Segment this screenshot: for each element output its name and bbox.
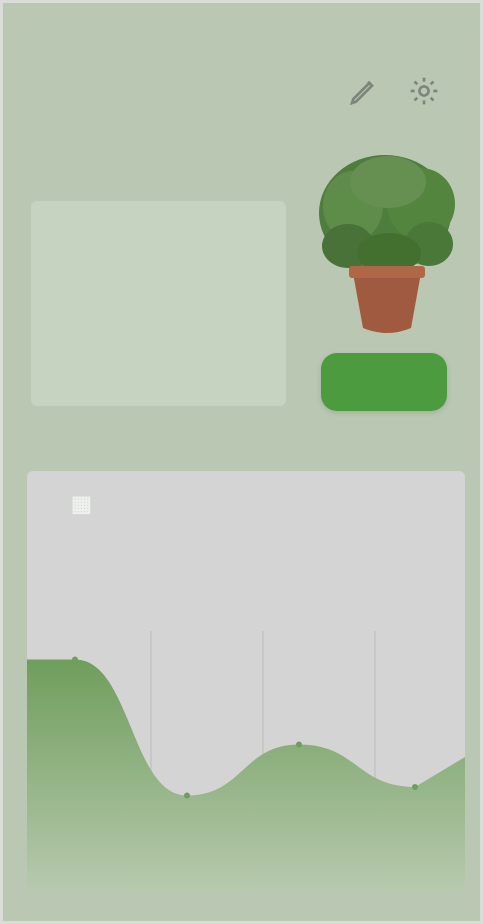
- data-point: [296, 741, 302, 748]
- header: [35, 65, 465, 117]
- card-header: ▦: [57, 491, 92, 517]
- area-series: [27, 659, 465, 891]
- data-point: [184, 792, 190, 799]
- stats-panel: [31, 201, 286, 406]
- water-button[interactable]: [321, 353, 447, 411]
- stat-row: [45, 211, 272, 273]
- history-card: ▦: [27, 471, 465, 891]
- pencil-icon: [349, 80, 374, 106]
- stat-row: [45, 273, 272, 335]
- chart-icon: ▦: [71, 491, 92, 516]
- history-chart: [27, 631, 465, 891]
- app-frame: ▦: [0, 0, 483, 924]
- settings-button[interactable]: [403, 70, 445, 112]
- header-actions: [343, 70, 465, 112]
- data-point: [72, 656, 78, 663]
- potted-plant-icon: [319, 155, 455, 333]
- stat-row: [45, 335, 272, 397]
- settings-icon: [410, 77, 438, 105]
- data-point: [412, 784, 418, 790]
- edit-button[interactable]: [343, 70, 385, 112]
